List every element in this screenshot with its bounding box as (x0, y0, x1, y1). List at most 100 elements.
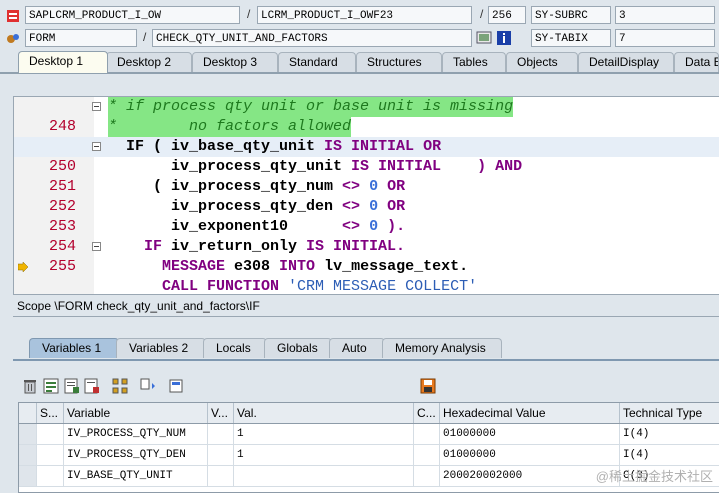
tab-desktop-3[interactable]: Desktop 3 (192, 52, 278, 72)
change-cell (414, 466, 440, 486)
save-icon[interactable] (420, 378, 436, 394)
tab-data-explorer[interactable]: Data E (674, 52, 719, 72)
block-type-field[interactable]: FORM (25, 29, 137, 47)
hex-value-cell: 01000000 (440, 445, 620, 465)
form-icon (7, 34, 19, 43)
info-icon[interactable] (496, 30, 512, 46)
code-line[interactable]: 255 IF iv_return_only IS INITIAL. (14, 237, 719, 275)
tab-memory-analysis[interactable]: Memory Analysis (382, 338, 502, 358)
table-row[interactable]: IV_PROCESS_QTY_DEN 1 01000000 I(4) (19, 445, 719, 466)
tab-globals[interactable]: Globals (264, 338, 332, 358)
system-field-value[interactable]: 3 (615, 6, 715, 24)
variables-tab-divider (13, 359, 719, 361)
variables-tab-strip: Variables 1 Variables 2 Locals Globals A… (13, 337, 719, 359)
v-cell (208, 445, 234, 465)
tab-standard[interactable]: Standard (278, 52, 356, 72)
line-number-field[interactable]: 256 (488, 6, 526, 24)
separator: / (247, 7, 251, 21)
row-selector[interactable] (19, 424, 37, 444)
layout-icon[interactable] (168, 378, 184, 394)
code-line[interactable]: 249 * no factors allowed (14, 117, 719, 155)
details-icon[interactable] (64, 378, 80, 394)
code-line-execution-point[interactable]: 256 MESSAGE e308 INTO lv_message_text. (14, 257, 719, 277)
block-name-field[interactable]: CHECK_QTY_UNIT_AND_FACTORS (152, 29, 472, 47)
code-text: CALL FUNCTION 'CRM MESSAGE COLLECT' (108, 278, 478, 295)
column-header-status[interactable]: S... (37, 403, 64, 423)
save-list-icon[interactable] (84, 378, 100, 394)
code-comment: * if process qty unit or base unit is mi… (108, 97, 514, 117)
value-cell[interactable]: 1 (234, 445, 414, 465)
column-header-variable[interactable]: Variable (64, 403, 208, 423)
code-text: MESSAGE e308 INTO lv_message_text. (108, 258, 469, 275)
tab-desktop-2[interactable]: Desktop 2 (106, 52, 192, 72)
system-field-name[interactable]: SY-SUBRC (531, 6, 611, 24)
grid-header: S... Variable V... Val. C... Hexadecimal… (19, 403, 719, 424)
include-field[interactable]: LCRM_PRODUCT_I_OWF23 (257, 6, 472, 24)
program-field[interactable]: SAPLCRM_PRODUCT_I_OW (25, 6, 240, 24)
technical-type-cell: I(4) (620, 445, 719, 465)
column-header-technical-type[interactable]: Technical Type (620, 403, 719, 423)
variable-name-cell[interactable]: IV_BASE_QTY_UNIT (64, 466, 208, 486)
variable-name-cell[interactable]: IV_PROCESS_QTY_DEN (64, 445, 208, 465)
code-line[interactable]: 252 ( iv_process_qty_num <> 0 OR (14, 177, 719, 215)
separator: / (480, 7, 484, 21)
system-field-value[interactable]: 7 (615, 29, 715, 47)
code-text: iv_process_qty_den <> 0 OR (108, 198, 406, 215)
row-selector-header[interactable] (19, 403, 37, 423)
fold-toggle-icon[interactable] (92, 142, 101, 151)
tab-desktop-1[interactable]: Desktop 1 (18, 51, 108, 73)
variable-name-cell[interactable]: IV_PROCESS_QTY_NUM (64, 424, 208, 444)
separator: / (143, 30, 147, 44)
column-header-change[interactable]: C... (414, 403, 440, 423)
table-row[interactable]: IV_PROCESS_QTY_NUM 1 01000000 I(4) (19, 424, 719, 445)
status-cell (37, 424, 64, 444)
v-cell (208, 424, 234, 444)
row-selector[interactable] (19, 445, 37, 465)
system-field-name[interactable]: SY-TABIX (531, 29, 611, 47)
code-line[interactable]: 251 iv_process_qty_unit IS INITIAL ) AND (14, 157, 719, 195)
v-cell (208, 466, 234, 486)
tab-auto[interactable]: Auto (329, 338, 385, 358)
code-text: IF ( iv_base_qty_unit IS INITIAL OR (108, 138, 442, 155)
code-text: IF iv_return_only IS INITIAL. (108, 238, 406, 255)
change-cell (414, 424, 440, 444)
hierarchy-icon[interactable] (112, 378, 128, 394)
watermark: @稀土掘金技术社区 (595, 469, 713, 484)
fold-toggle-icon[interactable] (92, 242, 101, 251)
hex-value-cell: 200020002000 (440, 466, 620, 486)
technical-type-cell: I(4) (620, 424, 719, 444)
display-icon[interactable] (476, 30, 492, 46)
tab-structures[interactable]: Structures (356, 52, 442, 72)
tab-variables-2[interactable]: Variables 2 (116, 338, 206, 358)
code-text: iv_exponent10 <> 0 ). (108, 218, 406, 235)
change-cell (414, 445, 440, 465)
hex-value-cell: 01000000 (440, 424, 620, 444)
multi-select-icon[interactable] (43, 378, 59, 394)
fold-toggle-icon[interactable] (92, 102, 101, 111)
tab-locals[interactable]: Locals (203, 338, 267, 358)
code-line[interactable]: 257 CALL FUNCTION 'CRM MESSAGE COLLECT' (14, 277, 719, 295)
value-cell[interactable] (234, 466, 414, 486)
status-cell (37, 466, 64, 486)
tab-tables[interactable]: Tables (442, 52, 506, 72)
column-header-hex[interactable]: Hexadecimal Value (440, 403, 620, 423)
row-selector[interactable] (19, 466, 37, 486)
program-icon (7, 10, 19, 22)
column-header-value[interactable]: Val. (234, 403, 414, 423)
scope-indicator: Scope \FORM check_qty_unit_and_factors\I… (17, 299, 260, 313)
code-line[interactable]: 253 iv_process_qty_den <> 0 OR (14, 197, 719, 235)
panel-divider (13, 316, 719, 317)
code-line-current[interactable]: 250 IF ( iv_base_qty_unit IS INITIAL OR (14, 137, 719, 175)
tab-objects[interactable]: Objects (506, 52, 578, 72)
tab-variables-1[interactable]: Variables 1 (29, 338, 119, 358)
desktop-tab-strip: Desktop 1 Desktop 2 Desktop 3 Standard S… (0, 51, 719, 73)
delete-icon[interactable] (22, 378, 38, 394)
code-line[interactable]: 248 * if process qty unit or base unit i… (14, 97, 719, 135)
value-cell[interactable]: 1 (234, 424, 414, 444)
tab-detail-display[interactable]: DetailDisplay (578, 52, 674, 72)
code-line[interactable]: 254 iv_exponent10 <> 0 ). (14, 217, 719, 255)
column-header-v[interactable]: V... (208, 403, 234, 423)
code-text: iv_process_qty_unit IS INITIAL ) AND (108, 158, 523, 175)
navigate-icon[interactable] (140, 378, 156, 394)
source-code-editor[interactable]: 248 * if process qty unit or base unit i… (13, 96, 719, 295)
